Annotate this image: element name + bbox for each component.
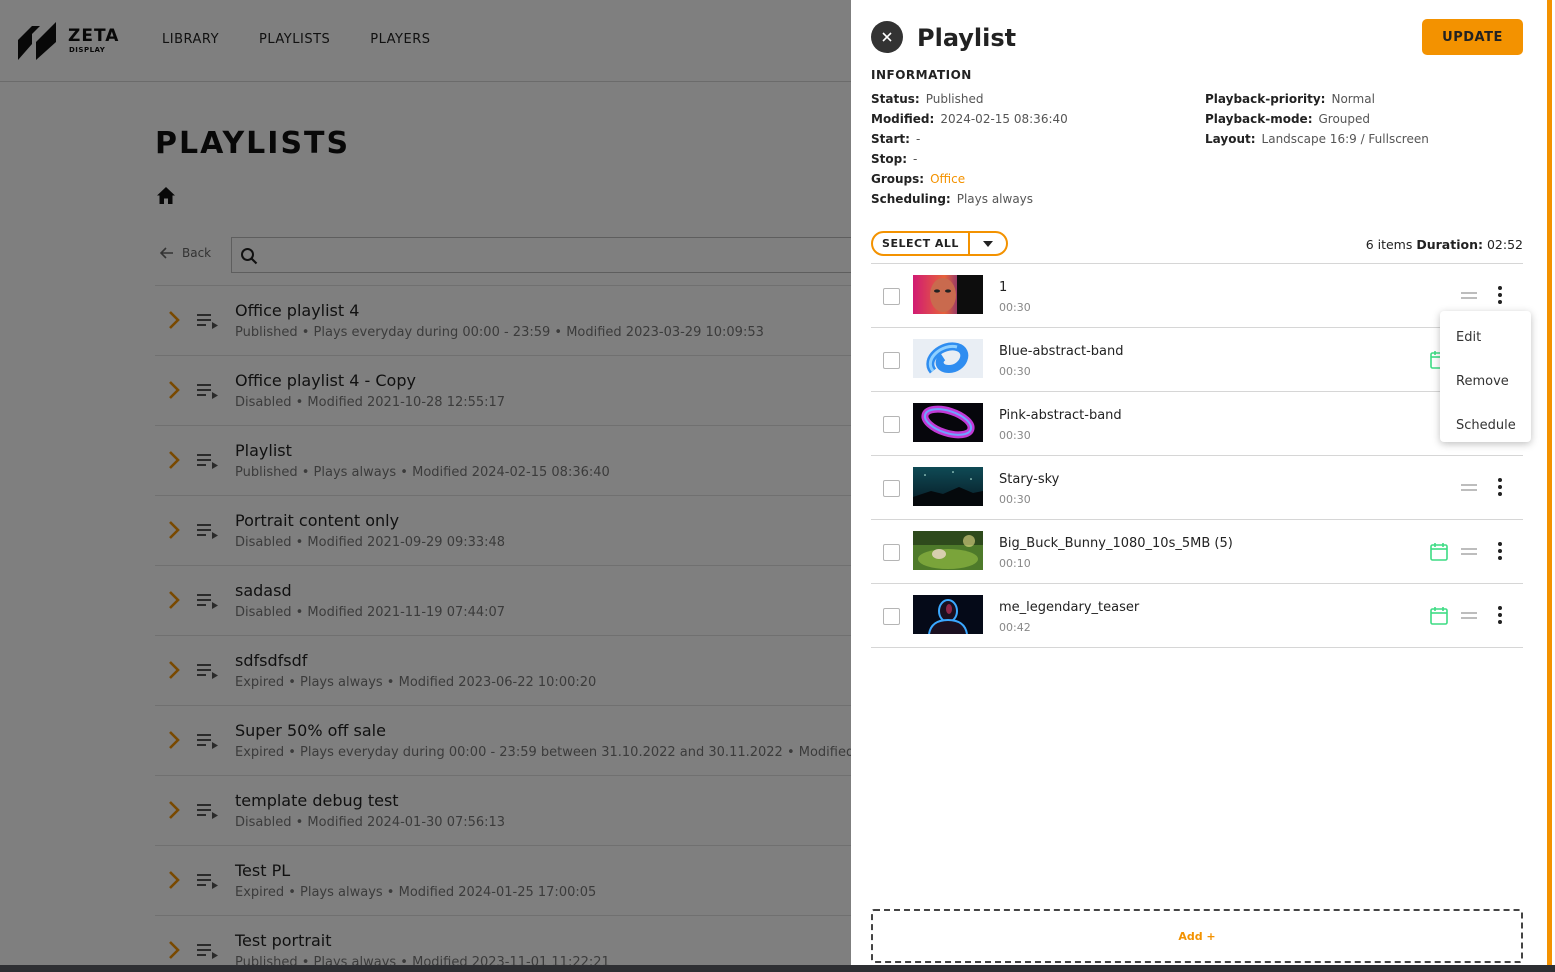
info-value: - xyxy=(913,152,918,166)
item-context-menu: Edit Remove Schedule xyxy=(1440,311,1531,442)
info-value: Normal xyxy=(1331,92,1375,106)
calendar-icon[interactable] xyxy=(1430,542,1448,561)
info-label: Stop: xyxy=(871,152,908,166)
item-name: Pink-abstract-band xyxy=(999,408,1122,423)
info-row: Modified: 2024-02-15 08:36:40 xyxy=(871,112,1068,132)
info-row: Layout: Landscape 16:9 / Fullscreen xyxy=(1205,132,1429,152)
info-row: Status: Published xyxy=(871,92,1068,112)
item-name: 1 xyxy=(999,280,1008,295)
item-checkbox[interactable] xyxy=(883,288,900,305)
modal-backdrop[interactable] xyxy=(0,0,851,972)
info-value: Grouped xyxy=(1318,112,1371,126)
info-label: Scheduling: xyxy=(871,192,951,206)
caret-down-icon xyxy=(983,240,993,247)
info-row: Playback-priority: Normal xyxy=(1205,92,1429,112)
info-value: Plays always xyxy=(956,192,1034,206)
item-name: Stary-sky xyxy=(999,472,1060,487)
duration-value: 02:52 xyxy=(1486,237,1523,252)
item-name: Big_Buck_Bunny_1080_10s_5MB (5) xyxy=(999,536,1233,551)
info-value: 2024-02-15 08:36:40 xyxy=(940,112,1068,126)
information-right-column: Playback-priority: Normal Playback-mode: Gr… xyxy=(1205,92,1429,152)
information-heading: INFORMATION xyxy=(871,68,972,82)
info-label: Modified: xyxy=(871,112,935,126)
calendar-icon[interactable] xyxy=(1430,606,1448,625)
info-value: - xyxy=(915,132,921,146)
close-icon xyxy=(882,32,892,42)
info-row: Start: - xyxy=(871,132,1068,152)
item-duration: 00:30 xyxy=(999,429,1031,442)
items-count: 6 items xyxy=(1365,237,1413,252)
more-vert-icon[interactable] xyxy=(1492,478,1508,498)
select-dropdown-button[interactable] xyxy=(970,233,1006,254)
item-thumbnail xyxy=(913,403,983,442)
more-vert-icon[interactable] xyxy=(1492,606,1508,626)
information-left-column: Status: Published Modified: 2024-02-15 08:3… xyxy=(871,92,1068,212)
items-summary: 6 items Duration: 02:52 xyxy=(1366,237,1523,252)
menu-item-remove[interactable]: Remove xyxy=(1440,359,1531,403)
info-label: Playback-mode: xyxy=(1205,112,1313,126)
info-label: Start: xyxy=(871,132,910,146)
playlist-item-row[interactable]: me_legendary_teaser 00:42 xyxy=(871,584,1523,648)
playlist-item-row[interactable]: Stary-sky 00:30 xyxy=(871,456,1523,520)
item-thumbnail xyxy=(913,531,983,570)
playlist-items: 1 00:30 Blue-abstract-band 00:30 Pink-abstra… xyxy=(871,263,1523,648)
drawer-title: Playlist xyxy=(917,24,1017,52)
item-thumbnail xyxy=(913,275,983,314)
item-duration: 00:30 xyxy=(999,493,1031,506)
info-value: Landscape 16:9 / Fullscreen xyxy=(1261,132,1429,146)
drawer-scrollbar[interactable] xyxy=(1547,0,1552,965)
more-vert-icon[interactable] xyxy=(1492,542,1508,562)
item-checkbox[interactable] xyxy=(883,416,900,433)
info-value: Published xyxy=(925,92,984,106)
update-button[interactable]: UPDATE xyxy=(1422,19,1523,55)
item-thumbnail xyxy=(913,595,983,634)
info-row: Groups: Office xyxy=(871,172,1068,192)
item-duration: 00:30 xyxy=(999,301,1031,314)
item-checkbox[interactable] xyxy=(883,544,900,561)
playlist-item-row[interactable]: Big_Buck_Bunny_1080_10s_5MB (5) 00:10 xyxy=(871,520,1523,584)
duration-label: Duration: xyxy=(1416,237,1483,252)
info-row: Scheduling: Plays always xyxy=(871,192,1068,212)
item-checkbox[interactable] xyxy=(883,352,900,369)
info-row: Stop: - xyxy=(871,152,1068,172)
drag-handle-icon[interactable] xyxy=(1461,612,1477,620)
drag-handle-icon[interactable] xyxy=(1461,484,1477,492)
window-bottom-edge xyxy=(0,965,1555,972)
add-content-button[interactable]: Add + xyxy=(871,909,1523,963)
info-label: Groups: xyxy=(871,172,925,186)
item-name: me_legendary_teaser xyxy=(999,600,1140,615)
info-label: Status: xyxy=(871,92,920,106)
info-label: Playback-priority: xyxy=(1205,92,1326,106)
item-duration: 00:10 xyxy=(999,557,1031,570)
item-thumbnail xyxy=(913,467,983,506)
item-duration: 00:42 xyxy=(999,621,1031,634)
playlist-drawer: Playlist UPDATE INFORMATION Status: Publi… xyxy=(851,0,1555,965)
playlist-item-row[interactable]: Blue-abstract-band 00:30 xyxy=(871,328,1523,392)
info-label: Layout: xyxy=(1205,132,1256,146)
item-checkbox[interactable] xyxy=(883,608,900,625)
close-button[interactable] xyxy=(871,21,903,53)
drag-handle-icon[interactable] xyxy=(1461,548,1477,556)
select-all-button[interactable]: SELECT ALL xyxy=(873,233,970,254)
menu-item-schedule[interactable]: Schedule xyxy=(1440,403,1531,447)
more-vert-icon[interactable] xyxy=(1492,286,1508,306)
menu-item-edit[interactable]: Edit xyxy=(1440,315,1531,359)
item-name: Blue-abstract-band xyxy=(999,344,1124,359)
info-row: Playback-mode: Grouped xyxy=(1205,112,1429,132)
group-link[interactable]: Office xyxy=(930,172,965,186)
item-duration: 00:30 xyxy=(999,365,1031,378)
playlist-item-row[interactable]: 1 00:30 xyxy=(871,264,1523,328)
select-all-split-button: SELECT ALL xyxy=(871,231,1008,256)
drag-handle-icon[interactable] xyxy=(1461,292,1477,300)
playlist-item-row[interactable]: Pink-abstract-band 00:30 xyxy=(871,392,1523,456)
item-checkbox[interactable] xyxy=(883,480,900,497)
item-thumbnail xyxy=(913,339,983,378)
